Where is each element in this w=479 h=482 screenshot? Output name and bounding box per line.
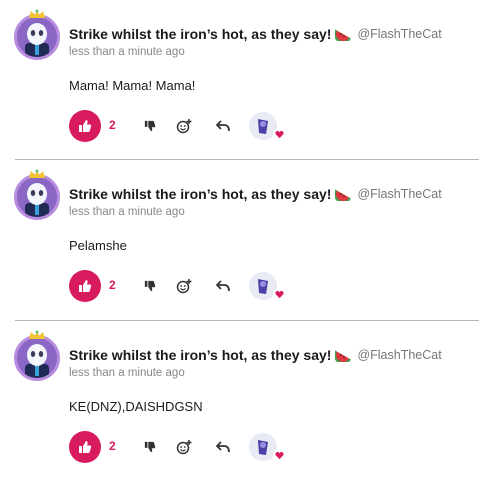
reaction-avatar[interactable] — [249, 433, 285, 461]
dislike-button[interactable] — [142, 278, 158, 294]
comment-item: Strike whilst the iron’s hot, as they sa… — [0, 321, 479, 481]
reply-button[interactable] — [215, 118, 231, 134]
author-handle[interactable]: @FlashTheCat — [357, 27, 441, 41]
like-count: 2 — [109, 278, 116, 292]
avatar[interactable] — [14, 174, 60, 220]
dislike-button[interactable] — [142, 118, 158, 134]
like-count: 2 — [109, 118, 116, 132]
reply-button[interactable] — [215, 439, 231, 455]
crown-icon — [29, 9, 45, 18]
add-reaction-icon — [176, 119, 192, 134]
timestamp: less than a minute ago — [69, 367, 185, 379]
timestamp: less than a minute ago — [69, 46, 185, 58]
timestamp: less than a minute ago — [69, 206, 185, 218]
reply-icon — [216, 280, 230, 292]
reply-icon — [216, 441, 230, 453]
add-reaction-button[interactable] — [176, 278, 192, 294]
comment-actions: 2 — [69, 431, 309, 463]
watermelon-icon — [335, 189, 352, 201]
add-reaction-icon — [176, 279, 192, 294]
thumbs-up-icon — [79, 441, 92, 453]
thumbs-up-icon — [79, 120, 92, 132]
comment-text: Pelamshe — [69, 238, 127, 253]
avatar[interactable] — [14, 14, 60, 60]
reply-button[interactable] — [215, 278, 231, 294]
reaction-heart-badge — [273, 449, 285, 461]
like-count: 2 — [109, 439, 116, 453]
crown-icon — [29, 169, 45, 178]
add-reaction-icon — [176, 440, 192, 455]
like-button[interactable] — [69, 110, 101, 142]
reaction-heart-badge — [273, 288, 285, 300]
comment-header: Strike whilst the iron’s hot, as they sa… — [69, 345, 442, 365]
crown-icon — [29, 330, 45, 339]
like-button[interactable] — [69, 431, 101, 463]
like-button[interactable] — [69, 270, 101, 302]
add-reaction-button[interactable] — [176, 118, 192, 134]
watermelon-icon — [335, 29, 352, 41]
comment-actions: 2 — [69, 110, 309, 142]
author-name[interactable]: Strike whilst the iron’s hot, as they sa… — [69, 26, 331, 42]
author-handle[interactable]: @FlashTheCat — [357, 348, 441, 362]
thumbs-down-icon — [144, 441, 156, 453]
heart-icon — [274, 130, 284, 138]
add-reaction-button[interactable] — [176, 439, 192, 455]
author-handle[interactable]: @FlashTheCat — [357, 187, 441, 201]
comment-header: Strike whilst the iron’s hot, as they sa… — [69, 184, 442, 204]
avatar[interactable] — [14, 335, 60, 381]
thumbs-down-icon — [144, 280, 156, 292]
reply-icon — [216, 120, 230, 132]
dislike-button[interactable] — [142, 439, 158, 455]
comment-item: Strike whilst the iron’s hot, as they sa… — [0, 0, 479, 160]
reaction-heart-badge — [273, 128, 285, 140]
comment-text: KE(DNZ),DAISHDGSN — [69, 399, 203, 414]
comment-text: Mama! Mama! Mama! — [69, 78, 196, 93]
watermelon-icon — [335, 350, 352, 362]
reaction-avatar[interactable] — [249, 272, 285, 300]
comment-item: Strike whilst the iron’s hot, as they sa… — [0, 160, 479, 320]
thumbs-up-icon — [79, 280, 92, 292]
author-name[interactable]: Strike whilst the iron’s hot, as they sa… — [69, 186, 331, 202]
comment-header: Strike whilst the iron’s hot, as they sa… — [69, 24, 442, 44]
heart-icon — [274, 451, 284, 459]
comment-actions: 2 — [69, 270, 309, 302]
author-name[interactable]: Strike whilst the iron’s hot, as they sa… — [69, 347, 331, 363]
thumbs-down-icon — [144, 120, 156, 132]
heart-icon — [274, 290, 284, 298]
reaction-avatar[interactable] — [249, 112, 285, 140]
